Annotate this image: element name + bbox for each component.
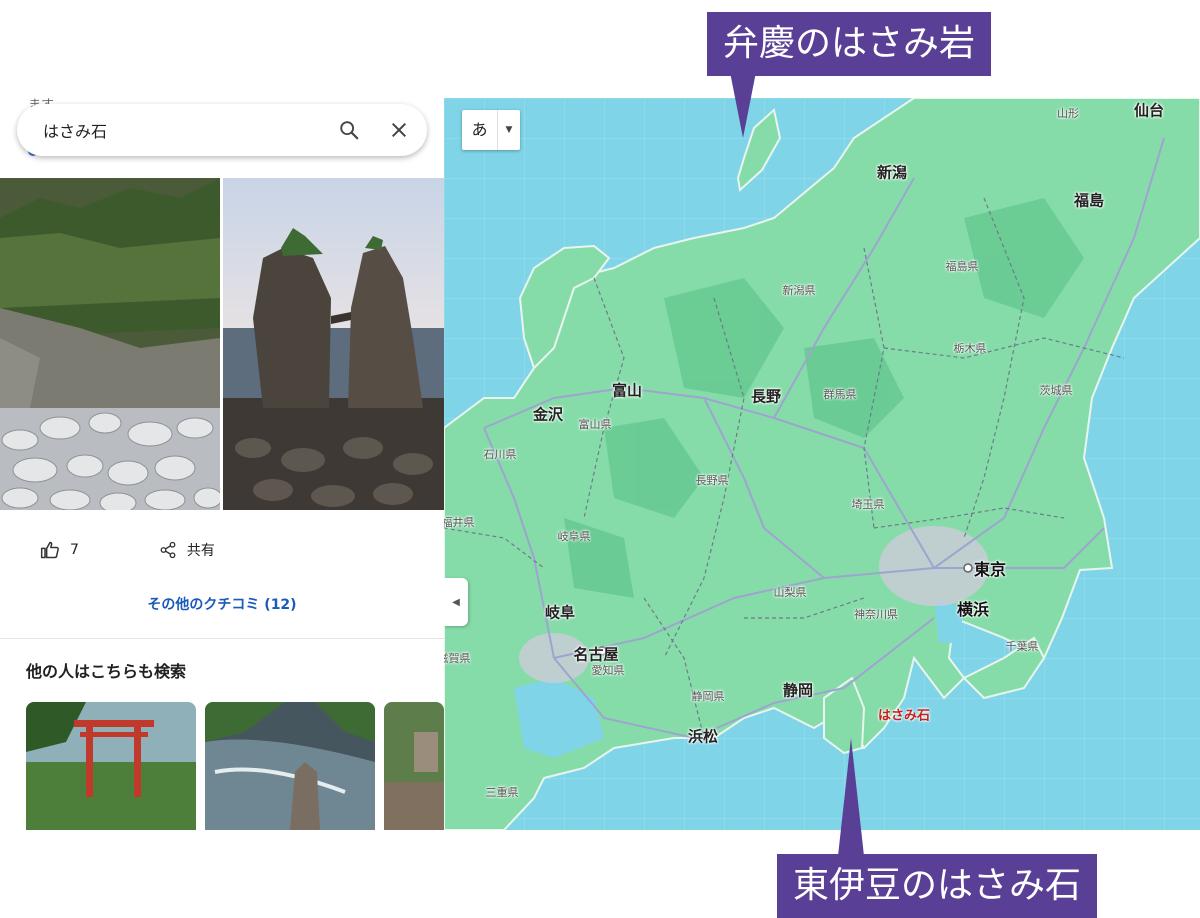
map-label-city[interactable]: 仙台 xyxy=(1134,100,1164,121)
map-label-city[interactable]: 富山 xyxy=(612,380,642,401)
map-label-prefecture[interactable]: 滋賀県 xyxy=(444,650,471,666)
review-photo-twin-rock[interactable] xyxy=(223,178,444,510)
map-label-prefecture[interactable]: 新潟県 xyxy=(783,282,816,298)
map-label-prefecture[interactable]: 群馬県 xyxy=(824,386,857,402)
related-searches-title: 他の人はこちらも検索 xyxy=(26,662,187,681)
map-label-prefecture[interactable]: 石川県 xyxy=(484,446,517,462)
related-place-card[interactable] xyxy=(205,702,375,830)
map-label-prefecture[interactable]: 愛知県 xyxy=(592,662,625,678)
map-label-prefecture[interactable]: 三重県 xyxy=(486,784,519,800)
chevron-left-icon: ◀ xyxy=(452,596,460,608)
callout-bottom-label: 東伊豆のはさみ石 xyxy=(777,854,1098,918)
map-label-prefecture[interactable]: 栃木県 xyxy=(954,340,987,356)
map-label-city[interactable]: 福島 xyxy=(1074,190,1104,211)
map-label-city[interactable]: 長野 xyxy=(751,386,781,407)
place-panel: ます はさみ石 xyxy=(0,98,444,830)
map-label-city[interactable]: 静岡 xyxy=(783,680,813,701)
map-label-prefecture[interactable]: 長野県 xyxy=(696,472,729,488)
share-button[interactable]: 共有 xyxy=(159,540,215,560)
map-label-city[interactable]: 金沢 xyxy=(533,404,563,425)
related-place-card[interactable] xyxy=(384,702,444,830)
callout-top-label: 弁慶のはさみ岩 xyxy=(707,12,992,76)
map-label-city[interactable]: 岐阜 xyxy=(545,602,575,623)
map-label-prefecture[interactable]: 茨城県 xyxy=(1040,382,1073,398)
like-count: 7 xyxy=(70,542,79,558)
map-label-city[interactable]: 横浜 xyxy=(957,596,989,620)
callout-top-pointer xyxy=(730,72,756,138)
thumbs-up-icon xyxy=(40,541,59,559)
close-icon[interactable] xyxy=(377,108,421,152)
map-label-prefecture[interactable]: 千葉県 xyxy=(1006,638,1039,654)
map-canvas[interactable]: 仙台 新潟 福島 富山 金沢 長野 岐阜 名古屋 静岡 浜松 東京 横浜 山形 福島県 新潟県 栃木県 群馬県茨… xyxy=(444,98,1200,830)
share-label: 共有 xyxy=(186,543,215,559)
map-label-city[interactable]: 山形 xyxy=(1057,105,1079,121)
like-button[interactable]: 7 xyxy=(40,540,79,560)
more-reviews-link[interactable]: その他のクチコミ (12) xyxy=(0,594,444,614)
map-label-prefecture[interactable]: 福島県 xyxy=(946,258,979,274)
language-toggle-label: あ xyxy=(462,110,498,150)
search-icon[interactable] xyxy=(327,108,371,152)
review-photo-beach[interactable] xyxy=(0,178,220,510)
language-toggle-button[interactable]: あ ▼ xyxy=(462,110,520,150)
map-label-prefecture[interactable]: 神奈川県 xyxy=(854,606,898,622)
related-place-card[interactable] xyxy=(26,702,196,830)
map-label-city[interactable]: 浜松 xyxy=(688,726,718,747)
search-box[interactable]: はさみ石 xyxy=(17,104,427,156)
collapse-panel-button[interactable]: ◀ xyxy=(444,578,468,626)
section-divider xyxy=(0,638,444,639)
dropdown-caret-icon: ▼ xyxy=(505,125,513,135)
map-label-prefecture[interactable]: 静岡県 xyxy=(692,688,725,704)
map-label-prefecture[interactable]: 山梨県 xyxy=(774,584,807,600)
callout-bottom-pointer xyxy=(838,738,864,856)
map-label-city[interactable]: 東京 xyxy=(974,556,1006,580)
map-label-city[interactable]: 新潟 xyxy=(877,162,907,183)
map-label-prefecture[interactable]: 岐阜県 xyxy=(558,528,591,544)
review-actions: 7 共有 xyxy=(0,530,444,570)
map-label-prefecture[interactable]: 富山県 xyxy=(579,416,612,432)
hasami-ishi-marker-label[interactable]: はさみ石 xyxy=(878,705,930,724)
search-input[interactable]: はさみ石 xyxy=(43,118,327,142)
map-label-prefecture[interactable]: 埼玉県 xyxy=(852,496,885,512)
share-icon xyxy=(160,541,176,559)
map-label-prefecture[interactable]: 福井県 xyxy=(444,514,475,530)
